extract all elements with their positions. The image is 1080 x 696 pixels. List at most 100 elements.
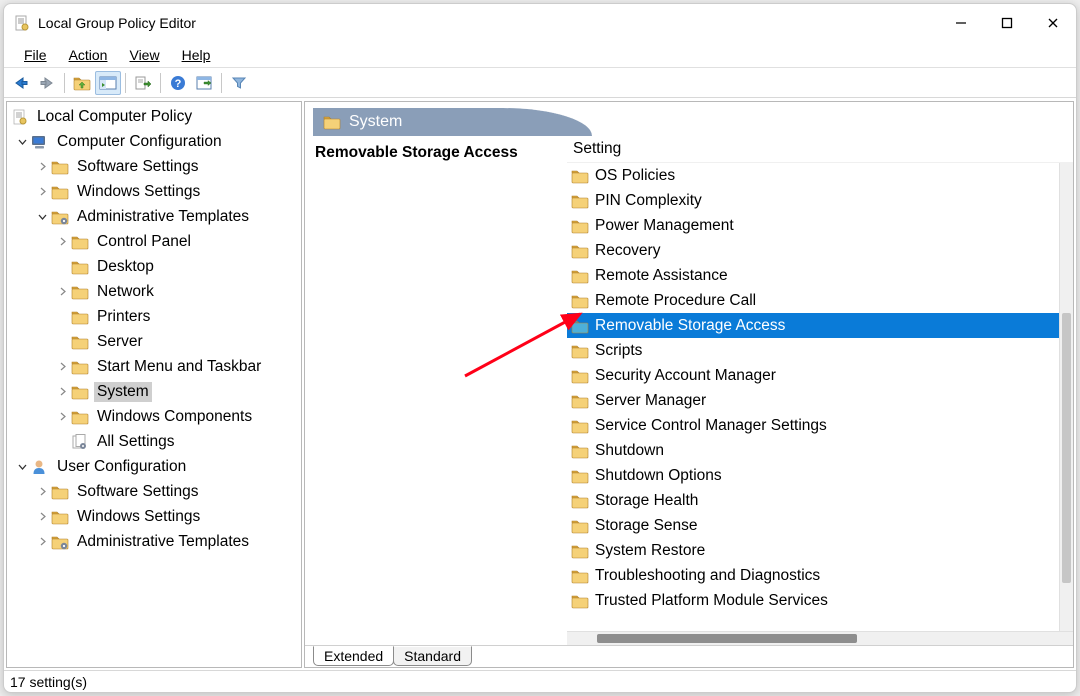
list-item[interactable]: Service Control Manager Settings: [567, 413, 1059, 438]
maximize-button[interactable]: [984, 4, 1030, 42]
chevron-right-icon[interactable]: [55, 360, 69, 374]
tree-node-server[interactable]: Server: [7, 329, 301, 354]
chevron-right-icon[interactable]: [35, 185, 49, 199]
up-button[interactable]: [69, 71, 95, 95]
list-item[interactable]: Shutdown: [567, 438, 1059, 463]
tab-standard[interactable]: Standard: [393, 646, 472, 666]
svg-text:?: ?: [175, 78, 182, 90]
settings-list[interactable]: OS PoliciesPIN ComplexityPower Managemen…: [567, 163, 1073, 631]
folder-icon: [571, 193, 589, 209]
tree-node-user-admin[interactable]: Administrative Templates: [7, 529, 301, 554]
folder-icon: [571, 368, 589, 384]
menu-file[interactable]: File: [14, 44, 57, 66]
tree-node-printers[interactable]: Printers: [7, 304, 301, 329]
menu-help[interactable]: Help: [172, 44, 221, 66]
toolbar: ?: [4, 68, 1076, 98]
menu-action[interactable]: Action: [59, 44, 118, 66]
list-item[interactable]: Shutdown Options: [567, 463, 1059, 488]
list-item[interactable]: Trusted Platform Module Services: [567, 588, 1059, 613]
tree-node-all-settings[interactable]: All Settings: [7, 429, 301, 454]
tree-node-user-config[interactable]: User Configuration: [7, 454, 301, 479]
chevron-down-icon[interactable]: [15, 135, 29, 149]
details-header-bar: System: [313, 108, 593, 136]
list-item-label: Recovery: [595, 242, 660, 260]
tree-panel[interactable]: Local Computer Policy Computer Configura…: [6, 101, 302, 668]
tree-node-user-windows[interactable]: Windows Settings: [7, 504, 301, 529]
filter-button[interactable]: [226, 71, 252, 95]
close-button[interactable]: [1030, 4, 1076, 42]
details-panel: System Removable Storage Access Setting …: [304, 101, 1074, 668]
list-item[interactable]: PIN Complexity: [567, 188, 1059, 213]
chevron-right-icon[interactable]: [55, 285, 69, 299]
scrollbar-thumb[interactable]: [1062, 313, 1071, 583]
list-item-label: Service Control Manager Settings: [595, 417, 827, 435]
column-header-setting[interactable]: Setting: [567, 136, 1073, 163]
folder-icon: [571, 418, 589, 434]
tree-node-admin-templates[interactable]: Administrative Templates: [7, 204, 301, 229]
all-settings-icon: [71, 434, 89, 450]
list-item[interactable]: Troubleshooting and Diagnostics: [567, 563, 1059, 588]
list-item[interactable]: Removable Storage Access: [567, 313, 1059, 338]
list-item[interactable]: OS Policies: [567, 163, 1059, 188]
list-item[interactable]: System Restore: [567, 538, 1059, 563]
folder-icon: [71, 259, 89, 275]
menu-view[interactable]: View: [119, 44, 169, 66]
folder-icon: [571, 168, 589, 184]
chevron-right-icon[interactable]: [35, 510, 49, 524]
folder-icon: [71, 284, 89, 300]
user-icon: [31, 459, 49, 475]
list-item[interactable]: Power Management: [567, 213, 1059, 238]
tree-node-windows-components[interactable]: Windows Components: [7, 404, 301, 429]
folder-icon: [571, 568, 589, 584]
tree-node-startmenu[interactable]: Start Menu and Taskbar: [7, 354, 301, 379]
minimize-button[interactable]: [938, 4, 984, 42]
tree-label: User Configuration: [54, 457, 189, 477]
tree-node-network[interactable]: Network: [7, 279, 301, 304]
tree-node-desktop[interactable]: Desktop: [7, 254, 301, 279]
details-header-title: System: [349, 113, 402, 131]
chevron-right-icon[interactable]: [35, 485, 49, 499]
folder-icon: [571, 493, 589, 509]
list-item-label: Shutdown Options: [595, 467, 722, 485]
show-hide-tree-button[interactable]: [95, 71, 121, 95]
horizontal-scrollbar[interactable]: [567, 631, 1073, 645]
tab-extended[interactable]: Extended: [313, 646, 394, 666]
tree-node-windows-settings[interactable]: Windows Settings: [7, 179, 301, 204]
folder-icon: [571, 393, 589, 409]
chevron-down-icon[interactable]: [15, 460, 29, 474]
folder-gear-icon: [51, 209, 69, 225]
tree-node-user-software[interactable]: Software Settings: [7, 479, 301, 504]
list-item[interactable]: Server Manager: [567, 388, 1059, 413]
toolbar-separator: [125, 73, 126, 93]
list-item[interactable]: Remote Procedure Call: [567, 288, 1059, 313]
list-item-label: Removable Storage Access: [595, 317, 785, 335]
list-item[interactable]: Scripts: [567, 338, 1059, 363]
chevron-right-icon[interactable]: [55, 385, 69, 399]
tree-label: Windows Settings: [74, 182, 203, 202]
list-item-label: Remote Assistance: [595, 267, 728, 285]
tree-node-root[interactable]: Local Computer Policy: [7, 104, 301, 129]
chevron-down-icon[interactable]: [35, 210, 49, 224]
tree-node-system[interactable]: System: [7, 379, 301, 404]
vertical-scrollbar[interactable]: [1059, 163, 1073, 631]
list-item[interactable]: Storage Sense: [567, 513, 1059, 538]
list-item[interactable]: Recovery: [567, 238, 1059, 263]
forward-button[interactable]: [34, 71, 60, 95]
export-button[interactable]: [130, 71, 156, 95]
back-button[interactable]: [8, 71, 34, 95]
folder-icon: [71, 409, 89, 425]
tree-node-software-settings[interactable]: Software Settings: [7, 154, 301, 179]
list-item[interactable]: Security Account Manager: [567, 363, 1059, 388]
tree-label: Network: [94, 282, 157, 302]
properties-button[interactable]: [191, 71, 217, 95]
chevron-right-icon[interactable]: [55, 235, 69, 249]
list-item[interactable]: Storage Health: [567, 488, 1059, 513]
tree-node-computer-config[interactable]: Computer Configuration: [7, 129, 301, 154]
list-item[interactable]: Remote Assistance: [567, 263, 1059, 288]
help-button[interactable]: ?: [165, 71, 191, 95]
chevron-right-icon[interactable]: [35, 160, 49, 174]
chevron-right-icon[interactable]: [55, 410, 69, 424]
tree-node-control-panel[interactable]: Control Panel: [7, 229, 301, 254]
chevron-right-icon[interactable]: [35, 535, 49, 549]
scrollbar-thumb[interactable]: [597, 634, 857, 643]
